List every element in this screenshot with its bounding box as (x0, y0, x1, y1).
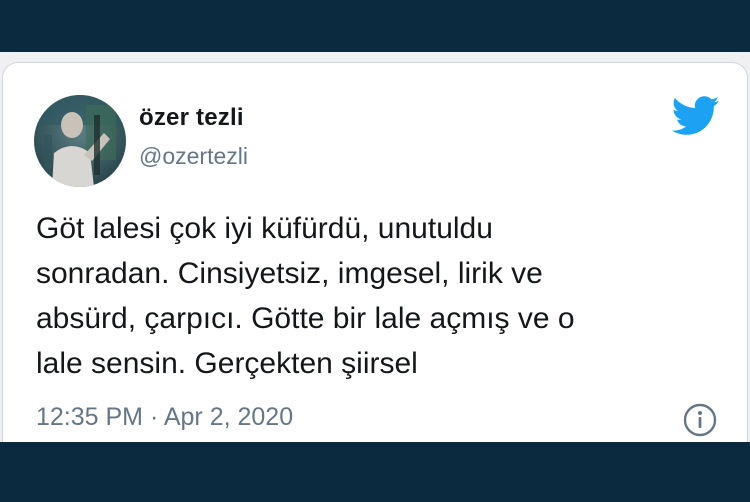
author-name[interactable]: özer tezli (139, 104, 244, 132)
tweet-card: özer tezli @ozertezli Göt lalesi çok iyi… (2, 62, 748, 453)
tweet-text-line: sonradan. Cinsiyetsiz, imgesel, lirik ve (36, 257, 543, 290)
tweet-text-line: Göt lalesi çok iyi küfürdü, unutuldu (36, 212, 493, 245)
avatar-image (34, 95, 126, 187)
bottom-dark-band (0, 442, 750, 502)
author-handle[interactable]: @ozertezli (139, 143, 248, 170)
tweet-text-line: lale sensin. Gerçekten şiirsel (36, 347, 418, 380)
info-icon[interactable] (683, 403, 717, 437)
tweet-card-area: özer tezli @ozertezli Göt lalesi çok iyi… (0, 52, 750, 453)
twitter-bird-icon[interactable] (671, 96, 720, 136)
top-dark-band (0, 0, 750, 52)
tweet-text: Göt lalesi çok iyi küfürdü, unutuldu son… (36, 206, 726, 386)
avatar[interactable] (34, 95, 126, 187)
tweet-text-line: absürd, çarpıcı. Götte bir lale açmış ve… (36, 302, 575, 335)
tweet-timestamp[interactable]: 12:35 PM · Apr 2, 2020 (36, 403, 293, 432)
